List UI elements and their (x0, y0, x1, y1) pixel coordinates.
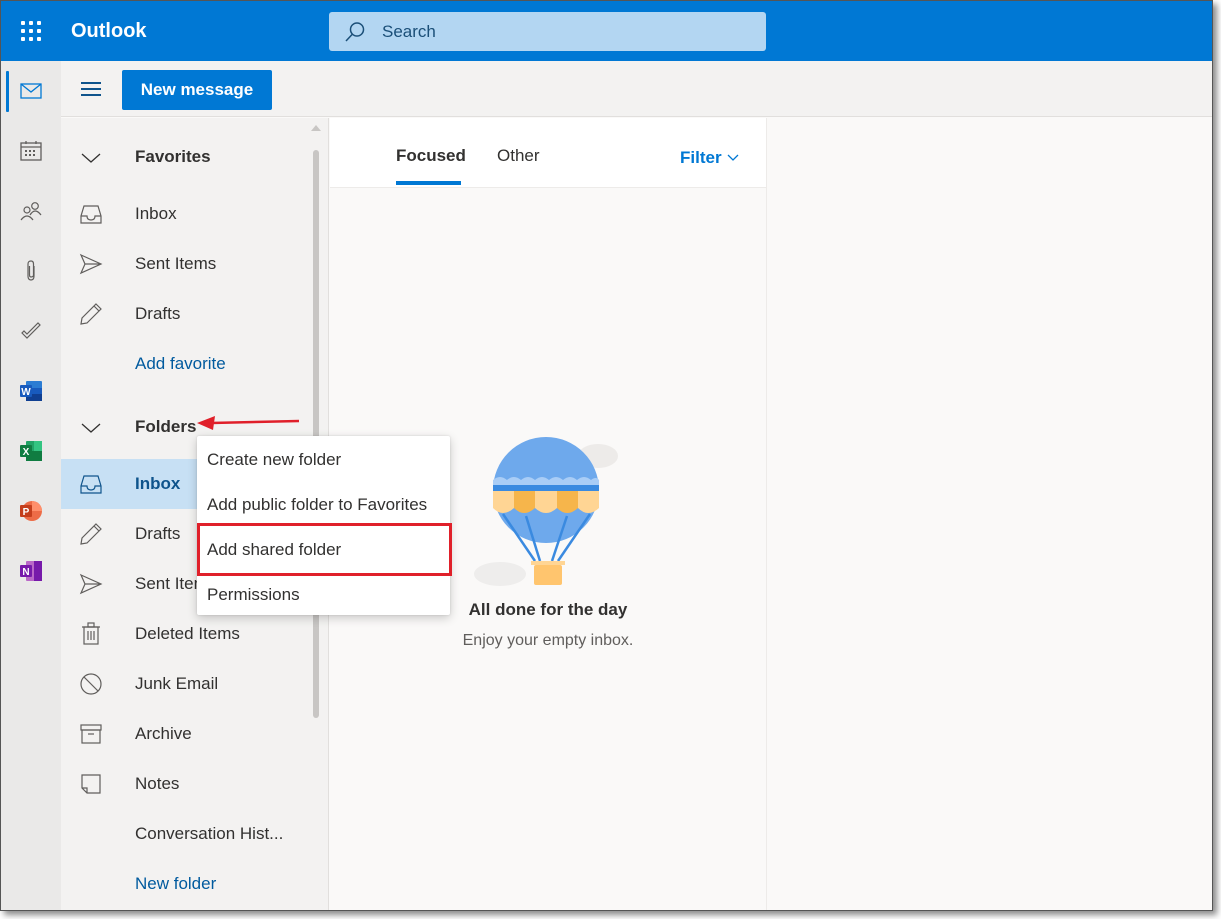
send-icon (79, 253, 103, 275)
favorites-item-inbox[interactable]: Inbox (61, 189, 311, 239)
search-icon (345, 21, 365, 42)
mail-icon (20, 83, 42, 99)
folder-item-notes[interactable]: Notes (61, 759, 311, 809)
folders-label: Folders (135, 417, 197, 436)
send-icon (79, 573, 103, 595)
hamburger-icon[interactable] (81, 81, 101, 97)
command-bar: New message (61, 61, 1212, 117)
favorites-item-label: Sent Items (135, 254, 217, 273)
folder-item-label: Conversation Hist... (135, 824, 284, 843)
hot-air-balloon-illustration (474, 437, 618, 586)
menu-item-create-new-folder[interactable]: Create new folder (197, 437, 450, 482)
inbox-icon (80, 475, 102, 494)
rail-item-word[interactable]: W (1, 371, 61, 411)
folder-item-label: Inbox (135, 474, 181, 493)
favorites-label: Favorites (135, 147, 211, 166)
excel-icon: X (20, 441, 42, 461)
svg-text:P: P (23, 507, 30, 518)
menu-item-permissions[interactable]: Permissions (197, 572, 450, 617)
pencil-icon (80, 303, 102, 325)
folder-item-archive[interactable]: Archive (61, 709, 311, 759)
trash-icon (82, 622, 100, 645)
rail-item-todo[interactable] (1, 311, 61, 351)
scroll-up-arrow[interactable] (311, 125, 321, 131)
rail-item-mail[interactable] (1, 71, 61, 111)
empty-state-subtitle: Enjoy your empty inbox. (462, 632, 634, 649)
folder-pane-scrollbar[interactable] (313, 150, 319, 718)
rail-item-excel[interactable]: X (1, 431, 61, 471)
rail-item-powerpoint[interactable]: P (1, 491, 61, 531)
new-folder-label: New folder (135, 874, 217, 893)
favorites-item-label: Drafts (135, 304, 181, 323)
svg-text:N: N (22, 567, 29, 578)
folder-item-label: Drafts (135, 524, 181, 543)
menu-item-add-public-folder[interactable]: Add public folder to Favorites (197, 482, 450, 527)
folder-item-conversation-history[interactable]: Conversation Hist... (61, 809, 311, 859)
svg-text:X: X (23, 447, 30, 458)
chevron-down-icon (81, 423, 101, 433)
inbox-pivot: Focused Other Filter (330, 118, 766, 188)
tab-other[interactable]: Other (497, 146, 540, 166)
search-input[interactable]: Search (329, 12, 766, 51)
inbox-icon (80, 205, 102, 224)
waffle-icon[interactable] (19, 19, 43, 43)
calendar-icon (20, 141, 42, 161)
rail-item-onenote[interactable]: N (1, 551, 61, 591)
powerpoint-icon: P (20, 501, 42, 521)
tab-focused[interactable]: Focused (396, 146, 466, 166)
folder-item-label: Deleted Items (135, 624, 240, 643)
favorites-item-sent-items[interactable]: Sent Items (61, 239, 311, 289)
reading-pane (768, 118, 1212, 910)
folder-item-label: Junk Email (135, 674, 219, 693)
chevron-down-icon (727, 154, 739, 161)
add-favorite-link[interactable]: Add favorite (61, 339, 311, 389)
filter-label: Filter (680, 148, 722, 167)
filter-button[interactable]: Filter (680, 148, 739, 168)
app-rail: W X P N (1, 61, 61, 910)
folder-item-label: Notes (135, 774, 180, 793)
search-placeholder: Search (382, 21, 436, 41)
svg-text:W: W (21, 387, 31, 398)
rail-item-calendar[interactable] (1, 131, 61, 171)
favorites-item-drafts[interactable]: Drafts (61, 289, 311, 339)
app-title[interactable]: Outlook (71, 20, 147, 43)
new-message-button[interactable]: New message (122, 70, 272, 110)
rail-item-files[interactable] (1, 251, 61, 291)
active-tab-indicator (396, 181, 461, 185)
paperclip-icon (27, 260, 35, 281)
pencil-icon (80, 523, 102, 545)
rail-item-people[interactable] (1, 191, 61, 231)
favorites-header[interactable]: Favorites (61, 132, 311, 182)
folders-context-menu: Create new folder Add public folder to F… (197, 436, 450, 615)
favorites-item-label: Inbox (135, 204, 177, 223)
chevron-down-icon (81, 153, 101, 163)
people-icon (20, 202, 42, 221)
menu-item-add-shared-folder[interactable]: Add shared folder (197, 527, 450, 572)
archive-icon (80, 724, 102, 744)
word-icon: W (20, 381, 42, 401)
checkmark-icon (21, 322, 41, 339)
new-folder-link[interactable]: New folder (61, 859, 311, 909)
folder-item-label: Archive (135, 724, 192, 743)
add-favorite-label: Add favorite (135, 354, 226, 373)
outlook-window: Outlook Search W X P N New message Favor… (0, 0, 1213, 911)
header-bar: Outlook Search (1, 1, 1212, 61)
folder-item-junk-email[interactable]: Junk Email (61, 659, 311, 709)
blocked-icon (80, 673, 102, 695)
onenote-icon: N (20, 561, 42, 581)
note-icon (81, 774, 101, 794)
